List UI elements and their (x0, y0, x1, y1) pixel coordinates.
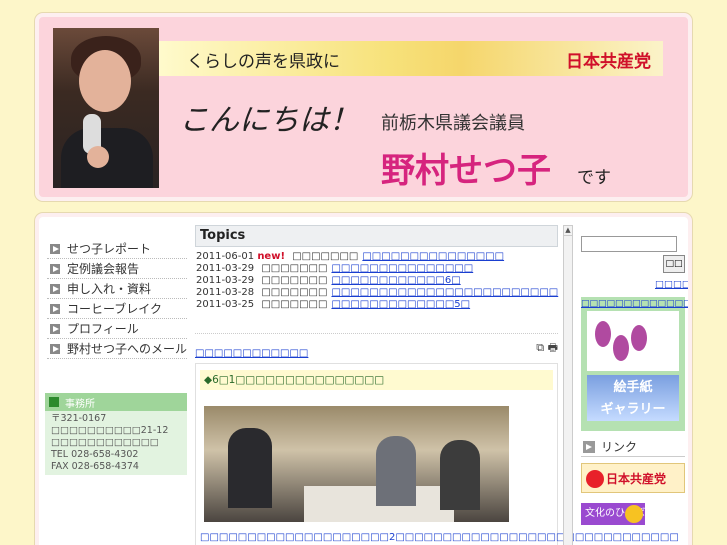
menu-item-requests[interactable]: 申し入れ・資料 (47, 279, 187, 299)
arrow-icon (49, 282, 61, 295)
arrow-icon (49, 242, 61, 255)
office-heading: 事務所 (45, 393, 187, 411)
name-suffix: です (577, 168, 611, 188)
side-menu: せつ子レポート 定例議会報告 申し入れ・資料 コーヒーブレイク プロフィール 野… (47, 239, 187, 359)
arrow-icon (49, 342, 61, 355)
scroll-up-icon[interactable]: ▲ (564, 226, 572, 236)
topic-link[interactable]: □□□□□□□□□□□□□□□ (331, 263, 473, 274)
site-header: くらしの声を県政に 日本共産党 こんにちは！ 前栃木県議会議員 野村せつ子 です (35, 13, 692, 201)
office-building: □□□□□□□□□□□□ (51, 437, 159, 448)
links-heading: リンク (581, 437, 685, 457)
divider (195, 333, 558, 334)
entry-box: ◆6□1□□□□□□□□□□□□□□□ □□□□□□□□□□□□□□□□□□□□… (195, 363, 679, 545)
scrollbar[interactable]: ▲ (563, 225, 573, 545)
office-box: 事務所 〒321-0167 □□□□□□□□□□21-12 □□□□□□□□□□… (45, 393, 187, 475)
topic-link[interactable]: □□□□□□□□□□□□□5□ (331, 299, 470, 310)
topic-row: 2011-06-01 new! □□□□□□□ □□□□□□□□□□□□□□□ (196, 251, 505, 262)
menu-item-profile[interactable]: プロフィール (47, 319, 187, 339)
arrow-icon (49, 302, 61, 315)
jcp-link[interactable]: 日本共産党 (581, 463, 685, 493)
search-input[interactable] (581, 235, 677, 252)
arrow-icon (49, 262, 61, 275)
office-address: □□□□□□□□□□21-12 (51, 425, 169, 436)
candidate-name: 野村せつ子 (381, 151, 551, 191)
gallery-title[interactable]: □□□□□□□□□□□□□ (581, 297, 688, 309)
sun-icon (625, 505, 643, 523)
role-title: 前栃木県議会議員 (381, 113, 525, 134)
menu-item-coffee[interactable]: コーヒーブレイク (47, 299, 187, 319)
menu-item-mail[interactable]: 野村せつ子へのメール (47, 339, 187, 359)
sitemap-link[interactable]: □□□□□ (655, 279, 688, 290)
candidate-photo (53, 28, 159, 188)
office-postal: 〒321-0167 (51, 413, 107, 424)
menu-item-assembly[interactable]: 定例議会報告 (47, 259, 187, 279)
topics-heading: Topics (195, 225, 558, 247)
content-area: Topics 2011-06-01 new! □□□□□□□ □□□□□□□□□□… (195, 225, 679, 545)
flower-painting (587, 311, 679, 371)
gallery-banner[interactable]: □□□□□□□□□□□□□ 絵手紙 ギャラリー (581, 297, 688, 431)
arrow-icon (49, 397, 59, 407)
entry-caption: □□□□□□□□□□□□□□□□□□□□2□□□□□□□□□□□□□□□□□□□… (200, 532, 679, 543)
topic-row: 2011-03-28 □□□□□□□ □□□□□□□□□□□□□□□□□□□□□□… (196, 287, 559, 298)
print-icon[interactable]: ⧉ 🖶 (536, 339, 558, 358)
office-fax: FAX 028-658-4374 (51, 461, 139, 472)
arrow-icon (49, 322, 61, 335)
menu-item-report[interactable]: せつ子レポート (47, 239, 187, 259)
slogan-text: くらしの声を県政に (187, 52, 340, 72)
topic-link[interactable]: □□□□□□□□□□□□6□ (331, 275, 460, 286)
slogan-banner: くらしの声を県政に 日本共産党 (159, 41, 663, 76)
arrow-icon (583, 440, 595, 453)
new-badge: new! (257, 251, 286, 262)
office-tel: TEL 028-658-4302 (51, 449, 139, 460)
entry-subtitle: ◆6□1□□□□□□□□□□□□□□□ (200, 370, 553, 390)
jcp-logo-icon (586, 470, 604, 488)
topic-link[interactable]: □□□□□□□□□□□□□□□□□□□□□□□□ (331, 287, 558, 298)
hiroba-link[interactable]: 文化のひろば (581, 503, 645, 525)
topic-link[interactable]: □□□□□□□□□□□□□□□ (362, 251, 504, 262)
party-name: 日本共産党 (566, 52, 651, 72)
main-panel: せつ子レポート 定例議会報告 申し入れ・資料 コーヒーブレイク プロフィール 野… (35, 213, 692, 545)
topic-row: 2011-03-25 □□□□□□□ □□□□□□□□□□□□□5□ (196, 299, 471, 310)
gallery-button[interactable]: 絵手紙 ギャラリー (587, 375, 679, 421)
search-button[interactable]: □□ (663, 255, 685, 273)
meeting-photo (204, 406, 509, 522)
topic-row: 2011-03-29 □□□□□□□ □□□□□□□□□□□□6□ (196, 275, 461, 286)
greeting: こんにちは！ (179, 103, 359, 138)
right-sidebar: □□ □□□□□ □□□□□□□□□□□□□ 絵手紙 ギャラリー リンク 日本共… (581, 233, 688, 525)
topic-row: 2011-03-29 □□□□□□□ □□□□□□□□□□□□□□□ (196, 263, 474, 274)
entry-title-link[interactable]: □□□□□□□□□□□□ (195, 348, 308, 359)
